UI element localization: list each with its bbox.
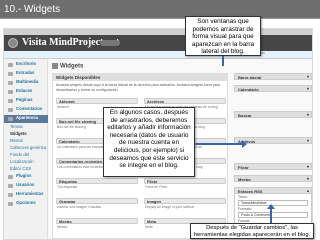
collapse-arrow-icon[interactable]: ▾ [307, 74, 309, 79]
widget-description: Meebo [57, 225, 68, 229]
menu-item-label: Menús [10, 138, 23, 143]
sidebar-widget-label: Flickr [238, 165, 249, 170]
available-widget[interactable]: Flickr Fotos de Flickr [144, 178, 226, 190]
arrow-head-icon [267, 204, 275, 209]
wp-admin-header: Visita MindProject.net [4, 35, 312, 51]
menu-item-label: Enlaces [16, 88, 33, 93]
sidebar-callout: Son ventanas que podemos arrastrar de fo… [185, 16, 261, 56]
menu-item-label: Widgets [10, 131, 27, 136]
menu-item-label: Cabecera genérica [10, 145, 47, 150]
menu-item[interactable]: Páginas [4, 97, 48, 105]
menu-icon [8, 117, 13, 121]
expand-arrow-icon[interactable]: ▾ [307, 164, 309, 169]
sidebar-widget-label: Buscar [238, 113, 252, 118]
menu-item-label: Editor CSS [10, 166, 32, 171]
menu-icon [8, 175, 13, 179]
widget-description: Fotos de Flickr [145, 185, 168, 189]
title-field-label: Título: [238, 195, 248, 199]
menu-icon [8, 184, 13, 188]
available-widgets-heading[interactable]: Widgets Disponibles [53, 74, 227, 81]
menu-item[interactable]: Apariencia [4, 115, 48, 123]
available-widget[interactable]: Meebo Meebo [56, 218, 138, 230]
sidebar-widget-item[interactable]: Flickr ▾ [234, 163, 312, 170]
callout-connector [222, 56, 224, 66]
widget-description: Insertar una imagen Gravatar [57, 205, 102, 209]
menu-item-label: Opciones [16, 200, 36, 205]
sidebar-widget-label: Calendario [238, 87, 259, 92]
page-heading: Widgets [52, 63, 83, 70]
menu-item-label: Usuarios [16, 182, 35, 187]
menu-item[interactable]: Usuarios [4, 182, 48, 190]
sidebar-widget-item[interactable]: Buscar ▾ [234, 111, 312, 118]
sidebar-heading-text: Barra lateral [238, 75, 262, 80]
menu-icon [8, 99, 13, 103]
menu-icon [8, 63, 13, 67]
arrow-to-sidebar [195, 140, 247, 148]
menu-item-label: Apariencia [16, 115, 38, 120]
sidebar-widget-label: Meebo [238, 177, 251, 182]
visit-site-button[interactable] [100, 40, 120, 46]
arrow-to-save [267, 204, 275, 223]
center-callout: En algunos casos, después de arrastrarlo… [103, 107, 195, 177]
available-widget[interactable]: Etiquetas Tus etiquetas [56, 178, 138, 190]
menu-item-label: Escritorio [16, 61, 37, 66]
favorites-bar [4, 51, 312, 59]
format-field-label: Formato: [238, 207, 253, 211]
expand-arrow-icon[interactable]: ▾ [307, 86, 309, 91]
collapse-arrow-icon[interactable]: ▴ [307, 188, 309, 193]
menu-item[interactable]: Escritorio [4, 61, 48, 69]
menu-icon [8, 202, 13, 206]
presentation-slide: 10.- Widgets Visita MindProject.net Escr… [0, 0, 320, 240]
format-select[interactable]: Posts & Comments [238, 212, 308, 218]
menu-item[interactable]: Multimedia [4, 79, 48, 87]
menu-icon [8, 193, 13, 197]
menu-item-label: Temas [10, 124, 23, 129]
widget-description: Display an image in your sidebar [145, 205, 195, 209]
sidebar-widget-item[interactable]: Calendario ▾ [234, 85, 312, 92]
menu-item[interactable]: Plugins [4, 173, 48, 181]
slide-title: 10.- Widgets [0, 0, 320, 19]
menu-item-label: Páginas [16, 97, 33, 102]
sidebar-area-heading[interactable]: Barra lateral ▾ [234, 73, 312, 80]
sidebar-widget-area: Barra lateral ▾ Calendario ▾ Buscar ▾ Archi… [234, 73, 312, 239]
menu-item-label: Fondo del [10, 152, 30, 157]
sidebar-widget-item[interactable]: Meebo ▾ [234, 175, 312, 182]
expand-arrow-icon[interactable]: ▾ [307, 176, 309, 181]
widgets-icon [52, 63, 58, 69]
menu-icon [8, 72, 13, 76]
menu-item[interactable]: Opciones [4, 200, 48, 208]
menu-item-label: Herramientas [16, 191, 44, 196]
menu-icon [8, 90, 13, 94]
available-widgets-description: Arrastra widgets desde aquí a la barra l… [56, 83, 221, 92]
menu-item-label: Entradas [16, 70, 35, 75]
rss-widget-heading[interactable]: Enlaces RSS ▴ [234, 187, 312, 194]
menu-item[interactable]: Entradas [4, 70, 48, 78]
available-widget[interactable]: Gravatar Insertar una imagen Gravatar [56, 198, 138, 210]
admin-menu: Escritorio Entradas Multimedia Enlaces Págin… [4, 59, 48, 239]
page-heading-text: Widgets [60, 63, 84, 70]
widget-description: Tus etiquetas [57, 185, 78, 189]
expand-arrow-icon[interactable]: ▾ [307, 138, 309, 143]
menu-item-label: Plugins [16, 173, 32, 178]
menu-item-label: Localización [10, 159, 34, 164]
expand-arrow-icon[interactable]: ▾ [307, 112, 309, 117]
available-widget[interactable]: Imagen Display an image in your sidebar [144, 198, 226, 210]
menu-icon [8, 81, 13, 85]
bottom-callout: Después de "Guardar cambios", las herram… [190, 223, 314, 239]
menu-item-label: Comentarios [16, 106, 43, 111]
menu-item-label: Multimedia [16, 79, 39, 84]
menu-item[interactable]: Enlaces [4, 88, 48, 96]
arrow-head-icon [242, 140, 247, 148]
wordpress-logo-icon [8, 38, 18, 48]
menu-item[interactable]: Comentarios [4, 106, 48, 114]
menu-item[interactable]: Herramientas [4, 191, 48, 199]
menu-icon [8, 108, 13, 112]
